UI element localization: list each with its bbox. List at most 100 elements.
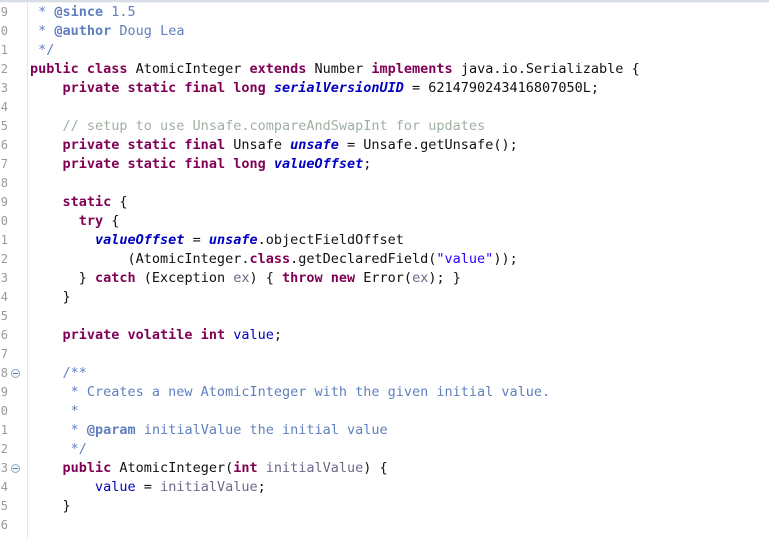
code-line[interactable]: } (30, 288, 769, 307)
code-token: extends (249, 61, 315, 77)
line-number: 9 (0, 385, 8, 399)
code-token: private volatile int (62, 327, 234, 343)
code-line[interactable]: } catch (Exception ex) { throw new Error… (30, 269, 769, 288)
code-line[interactable]: static { (30, 193, 769, 212)
gutter-separator (27, 3, 28, 539)
gutter-row[interactable]: 9 (0, 383, 28, 402)
line-number: 4 (0, 290, 8, 304)
gutter-row[interactable]: 1 (0, 231, 28, 250)
code-token: (Exception (135, 270, 234, 286)
gutter-row[interactable]: 4 (0, 288, 28, 307)
code-token: unsafe (290, 137, 339, 153)
gutter-row[interactable]: 8 (0, 364, 28, 383)
code-line[interactable] (30, 174, 769, 193)
gutter-row[interactable]: 5 (0, 307, 28, 326)
line-number: 6 (0, 328, 8, 342)
code-line[interactable]: private static final long valueOffset; (30, 155, 769, 174)
code-token: ); } (428, 270, 461, 286)
code-line[interactable]: try { (30, 212, 769, 231)
code-line[interactable]: * @author Doug Lea (30, 22, 769, 41)
gutter-row[interactable]: 9 (0, 3, 28, 22)
code-line[interactable]: value = initialValue; (30, 478, 769, 497)
code-line[interactable] (30, 516, 769, 535)
gutter-row[interactable]: 1 (0, 421, 28, 440)
line-number: 7 (0, 347, 8, 361)
code-line[interactable]: * (30, 402, 769, 421)
code-line[interactable]: valueOffset = unsafe.objectFieldOffset (30, 231, 769, 250)
code-line[interactable]: // setup to use Unsafe.compareAndSwapInt… (30, 117, 769, 136)
code-token: ; (257, 479, 266, 495)
code-line[interactable]: public class AtomicInteger extends Numbe… (30, 60, 769, 79)
gutter-row[interactable]: 4 (0, 98, 28, 117)
code-token: value (233, 327, 274, 343)
code-text-area[interactable]: * @since 1.5 * @author Doug Lea */ public… (30, 3, 769, 539)
code-line[interactable]: private volatile int value; (30, 326, 769, 345)
gutter-row[interactable]: 2 (0, 60, 28, 79)
gutter-row[interactable]: 9 (0, 193, 28, 212)
code-token: try (78, 213, 104, 229)
gutter-row[interactable]: 0 (0, 402, 28, 421)
gutter-row[interactable]: 8 (0, 174, 28, 193)
line-number: 7 (0, 157, 8, 171)
code-line[interactable]: */ (30, 41, 769, 60)
code-token: ; (273, 327, 282, 343)
code-editor[interactable]: 9 0 1 2 3 4 5 6 7 8 9 0 1 2 3 4 5 6 7 8 9 0 1 2 3 4 5 6 * @since 1.… (0, 0, 769, 539)
gutter-row[interactable]: 0 (0, 212, 28, 231)
line-number: 1 (0, 43, 8, 57)
gutter-row[interactable]: 5 (0, 117, 28, 136)
code-line[interactable]: public AtomicInteger(int initialValue) { (30, 459, 769, 478)
gutter-row[interactable]: 6 (0, 326, 28, 345)
gutter-row[interactable]: 4 (0, 478, 28, 497)
code-line[interactable]: */ (30, 440, 769, 459)
code-line[interactable]: (AtomicInteger.class.getDeclaredField("v… (30, 250, 769, 269)
gutter-row[interactable]: 6 (0, 136, 28, 155)
code-line[interactable] (30, 307, 769, 326)
gutter-row[interactable]: 0 (0, 22, 28, 41)
code-token: unsafe (208, 232, 258, 248)
line-number-gutter[interactable]: 9 0 1 2 3 4 5 6 7 8 9 0 1 2 3 4 5 6 7 8 9 0 1 2 3 4 5 6 (0, 3, 28, 539)
gutter-row[interactable]: 2 (0, 440, 28, 459)
gutter-row[interactable]: 2 (0, 250, 28, 269)
code-token: * (30, 4, 55, 20)
gutter-row[interactable]: 3 (0, 79, 28, 98)
code-token: private static final long (62, 156, 274, 172)
code-line[interactable]: * @since 1.5 (30, 3, 769, 22)
code-token: Doug Lea (111, 23, 185, 39)
collapse-minus-circle-icon[interactable] (11, 464, 20, 473)
line-number: 3 (0, 271, 8, 285)
code-line[interactable]: * Creates a new AtomicInteger with the g… (30, 383, 769, 402)
code-token: */ (30, 42, 55, 58)
code-line[interactable] (30, 98, 769, 117)
code-token: ex (412, 270, 429, 286)
code-line[interactable]: * @param initialValue the initial value (30, 421, 769, 440)
code-token: class (249, 251, 291, 267)
code-token: .objectFieldOffset (257, 232, 404, 248)
code-token: = (135, 479, 161, 495)
gutter-row[interactable]: 6 (0, 516, 28, 535)
code-token: * (30, 23, 55, 39)
code-line[interactable]: private static final long serialVersionU… (30, 79, 769, 98)
line-number: 2 (0, 62, 8, 76)
code-token: ; (363, 156, 372, 172)
code-line[interactable]: private static final Unsafe unsafe = Uns… (30, 136, 769, 155)
code-token: private static final (62, 137, 234, 153)
code-token: // setup to use Unsafe.compareAndSwapInt… (62, 118, 486, 134)
gutter-row[interactable]: 5 (0, 497, 28, 516)
code-token: initialValue the initial value (135, 422, 388, 438)
gutter-row[interactable]: 1 (0, 41, 28, 60)
gutter-row[interactable]: 7 (0, 155, 28, 174)
gutter-row[interactable]: 3 (0, 269, 28, 288)
code-line[interactable]: } (30, 497, 769, 516)
code-line[interactable] (30, 345, 769, 364)
line-number: 5 (0, 499, 8, 513)
collapse-minus-circle-icon[interactable] (11, 369, 20, 378)
code-token: = (184, 232, 209, 248)
line-number: 1 (0, 423, 8, 437)
code-token: ) { (363, 460, 388, 476)
code-token: Number (314, 61, 372, 77)
code-token: )); (493, 251, 518, 267)
gutter-row[interactable]: 3 (0, 459, 28, 478)
gutter-row[interactable]: 7 (0, 345, 28, 364)
code-line[interactable]: /** (30, 364, 769, 383)
